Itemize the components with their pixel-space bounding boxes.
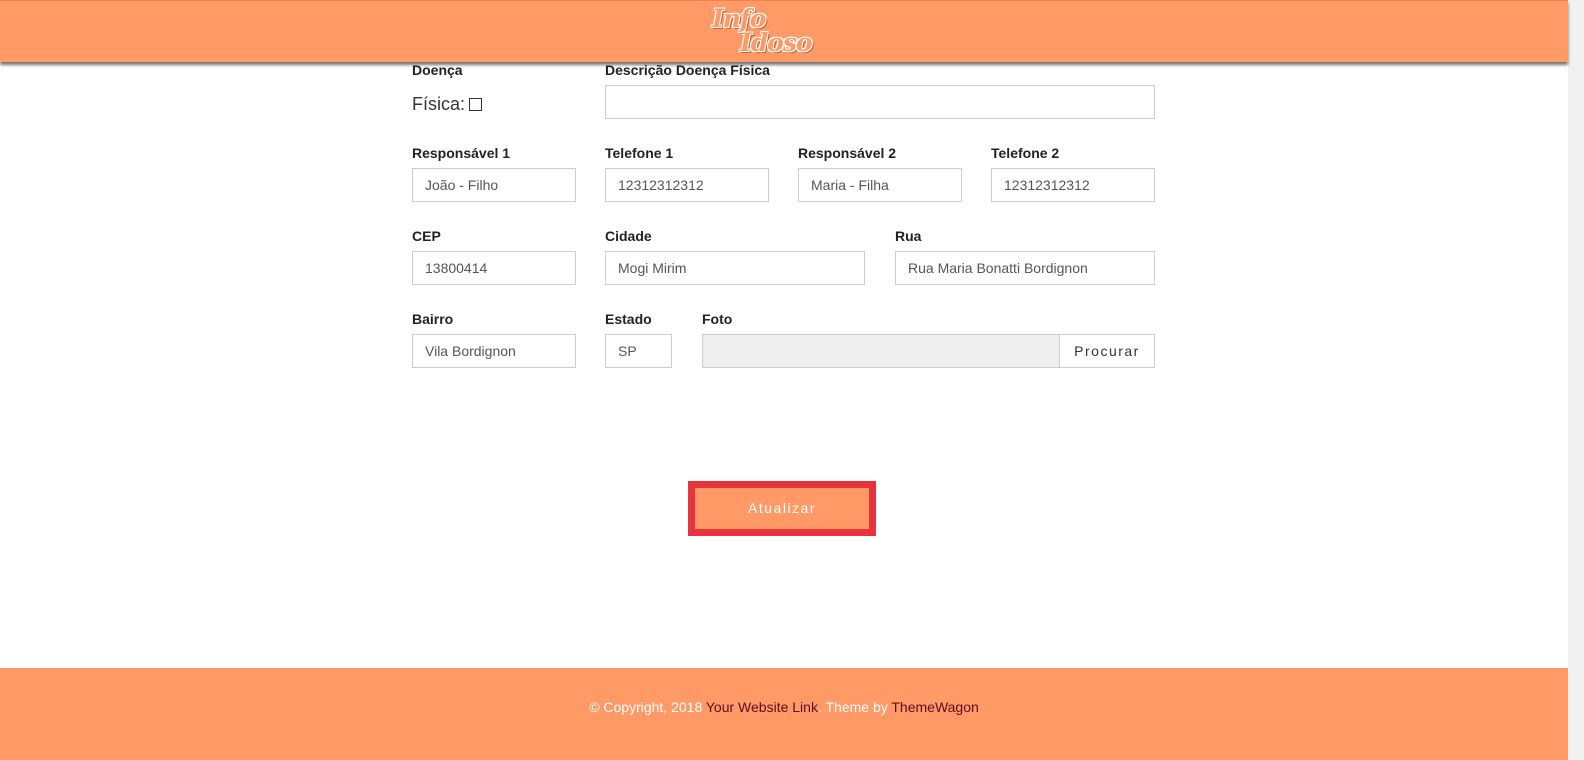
descricao-label: Descrição Doença Física: [605, 62, 770, 78]
foto-label: Foto: [702, 311, 733, 327]
info-idoso-logo[interactable]: Info Idoso: [710, 5, 830, 59]
foto-file-display[interactable]: [702, 334, 1060, 368]
browse-button[interactable]: Procurar: [1059, 334, 1155, 368]
fisica-checkbox[interactable]: [469, 98, 483, 111]
themewagon-link[interactable]: ThemeWagon: [891, 699, 978, 715]
page-scrollbar[interactable]: [1568, 0, 1584, 760]
footer-text: © Copyright, 2018 Your Website Link. The…: [0, 699, 1568, 715]
doenca-label: Doença: [412, 62, 463, 78]
cep-label: CEP: [412, 228, 441, 244]
cidade-input[interactable]: Mogi Mirim: [605, 251, 865, 285]
theme-by-text: . Theme by: [817, 699, 888, 715]
bairro-label: Bairro: [412, 311, 454, 327]
cep-input[interactable]: 13800414: [412, 251, 576, 285]
fisica-checkbox-row: Física:: [412, 94, 483, 115]
logo-line-2: Idoso: [740, 28, 813, 57]
cidade-label: Cidade: [605, 228, 652, 244]
descricao-input[interactable]: [605, 85, 1155, 119]
copyright-text: © Copyright, 2018: [589, 699, 703, 715]
telefone2-input[interactable]: 12312312312: [991, 168, 1155, 202]
responsavel2-label: Responsável 2: [798, 145, 897, 161]
responsavel2-input[interactable]: Maria - Filha: [798, 168, 962, 202]
telefone1-input[interactable]: 12312312312: [605, 168, 769, 202]
update-button-highlight: Atualizar: [688, 481, 876, 536]
header-bar: Info Idoso: [0, 0, 1568, 62]
responsavel1-label: Responsável 1: [412, 145, 511, 161]
responsavel1-input[interactable]: João - Filho: [412, 168, 576, 202]
rua-label: Rua: [895, 228, 922, 244]
telefone1-label: Telefone 1: [605, 145, 674, 161]
estado-input[interactable]: SP: [605, 334, 672, 368]
rua-input[interactable]: Rua Maria Bonatti Bordignon: [895, 251, 1155, 285]
website-link[interactable]: Your Website Link: [706, 699, 818, 715]
bairro-input[interactable]: Vila Bordignon: [412, 334, 576, 368]
update-button[interactable]: Atualizar: [695, 488, 869, 529]
telefone2-label: Telefone 2: [991, 145, 1060, 161]
estado-label: Estado: [605, 311, 652, 327]
footer: © Copyright, 2018 Your Website Link. The…: [0, 668, 1568, 760]
fisica-label: Física:: [412, 94, 466, 114]
